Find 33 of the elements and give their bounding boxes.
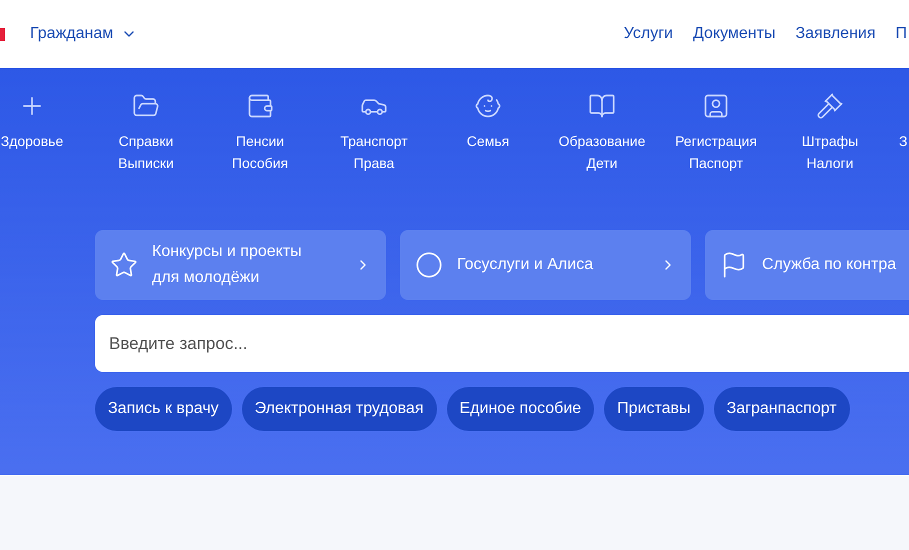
promo-title: Госуслуги и Алиса	[457, 255, 594, 275]
nav-link[interactable]: Заявления	[795, 22, 876, 46]
id-card-icon[interactable]	[702, 92, 730, 120]
gavel-icon[interactable]	[816, 92, 844, 120]
promo-title: Конкурсы и проекты для молодёжи	[152, 242, 302, 288]
category-link[interactable]: Пенсии Пособия	[232, 130, 288, 174]
audience-menu[interactable]: Гражданам	[30, 22, 138, 46]
ring-icon	[415, 251, 443, 279]
logo-mark	[0, 28, 5, 40]
category-link[interactable]: Транспорт Права	[340, 130, 408, 174]
quick-link-chip[interactable]: Загранпаспорт	[714, 387, 850, 431]
category-link[interactable]: Семья	[466, 130, 510, 152]
nav-link[interactable]: Услуги	[624, 22, 673, 46]
promo-card[interactable]: Госуслуги и Алиса	[400, 230, 691, 300]
quick-link-chip[interactable]: Запись к врачу	[95, 387, 232, 431]
category-link[interactable]: Справки Выписки	[118, 130, 174, 174]
category-link[interactable]: З	[899, 130, 908, 152]
nav-link[interactable]: Документы	[692, 22, 776, 46]
quick-link-chip[interactable]: Приставы	[604, 387, 704, 431]
book-icon[interactable]	[588, 92, 616, 120]
promo-card[interactable]: Служба по контра	[705, 230, 909, 300]
star-icon	[110, 251, 138, 279]
promo-title: Служба по контра	[762, 255, 896, 275]
promo-card[interactable]: Конкурсы и проекты для молодёжи	[95, 230, 386, 300]
quick-link-chip[interactable]: Электронная трудовая	[242, 387, 436, 431]
category-link[interactable]: Регистрация Паспорт	[675, 130, 757, 174]
quick-link-chip[interactable]: Единое пособие	[446, 387, 594, 431]
search-field[interactable]: Введите запрос...	[95, 315, 909, 372]
nav-link[interactable]: П	[896, 22, 907, 46]
category-link[interactable]: Образование Дети	[558, 130, 646, 174]
wallet-icon[interactable]	[246, 92, 274, 120]
category-link[interactable]: Здоровье	[0, 130, 64, 152]
category-link[interactable]: Штрафы Налоги	[802, 130, 858, 174]
